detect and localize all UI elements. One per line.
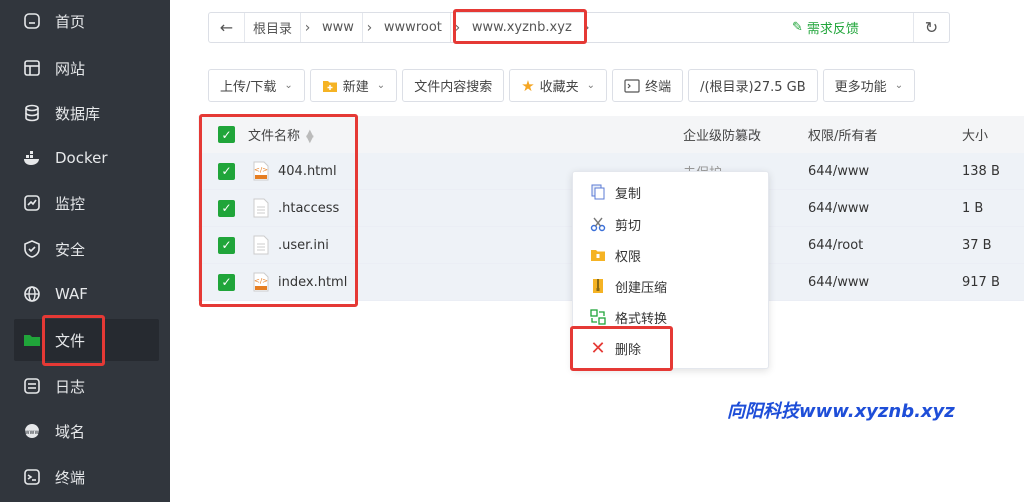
breadcrumb-item[interactable]: wwwroot	[376, 13, 450, 42]
file-permission[interactable]: 644/www	[808, 201, 869, 216]
sidebar-item-terminal[interactable]: 终端	[0, 456, 170, 498]
database-icon	[22, 103, 42, 123]
favorites-button[interactable]: ★ 收藏夹 ⌄	[509, 69, 608, 102]
file-size: 1 B	[962, 200, 984, 216]
sidebar-item-waf[interactable]: WAF	[0, 273, 170, 315]
highlight-box-files-nav	[42, 315, 105, 366]
sidebar-item-label: 安全	[55, 240, 86, 259]
sidebar-item-label: 数据库	[55, 104, 101, 123]
more-functions-button[interactable]: 更多功能 ⌄	[822, 69, 916, 102]
watermark-text: 向阳科技www.xyznb.xyz	[727, 401, 955, 422]
convert-icon	[589, 308, 607, 326]
chevron-right-icon[interactable]: ›	[300, 13, 314, 42]
menu-item-cut[interactable]: 剪切	[573, 209, 768, 239]
feedback-link[interactable]: ✎ 需求反馈	[792, 18, 859, 37]
back-arrow-icon[interactable]: ←	[209, 13, 245, 42]
zip-icon	[589, 277, 607, 295]
sidebar-item-label: Docker	[55, 149, 108, 167]
file-size: 138 B	[962, 163, 1000, 179]
sidebar-item-domain[interactable]: www 域名	[0, 410, 170, 452]
highlight-box-current-dir	[453, 9, 587, 44]
chevron-right-icon[interactable]: ›	[361, 13, 376, 42]
scissors-icon	[589, 215, 607, 233]
website-icon	[22, 58, 42, 78]
sidebar-item-monitor[interactable]: 监控	[0, 182, 170, 224]
menu-item-copy[interactable]: 复制	[573, 177, 768, 207]
domain-icon: www	[22, 421, 42, 441]
toolbar: 上传/下载 ⌄ 新建 ⌄ 文件内容搜索 ★ 收藏夹 ⌄ 终端 /(根目录)27.5 GB…	[208, 69, 920, 102]
sidebar-item-label: 域名	[55, 422, 86, 441]
sidebar-item-label: 网站	[55, 59, 86, 78]
highlight-box-delete	[570, 326, 673, 371]
column-size-header[interactable]: 大小	[962, 125, 988, 144]
column-permission-header: 权限/所有者	[808, 129, 878, 144]
refresh-icon[interactable]: ↻	[913, 13, 949, 42]
waf-icon	[22, 284, 42, 304]
sidebar-item-label: 日志	[55, 377, 86, 396]
sidebar: 首页 网站 数据库 Docker 监控 安全 WAF 文件 日志 www 域名 …	[0, 0, 170, 502]
sidebar-item-home[interactable]: 首页	[0, 0, 170, 42]
terminal-icon	[624, 78, 640, 93]
monitor-icon	[22, 193, 42, 213]
disk-usage-button[interactable]: /(根目录)27.5 GB	[688, 69, 818, 102]
breadcrumb-item[interactable]: www	[314, 13, 362, 42]
menu-item-permission[interactable]: 权限	[573, 240, 768, 270]
log-icon	[22, 376, 42, 396]
chevron-down-icon: ⌄	[894, 80, 904, 91]
file-permission[interactable]: 644/www	[808, 275, 869, 290]
column-protection-header: 企业级防篡改	[683, 129, 762, 144]
sidebar-item-label: WAF	[55, 285, 88, 303]
svg-text:www: www	[25, 429, 40, 436]
file-size: 37 B	[962, 237, 992, 253]
sidebar-item-label: 首页	[55, 12, 86, 31]
terminal-icon	[22, 467, 42, 487]
sidebar-item-security[interactable]: 安全	[0, 228, 170, 270]
docker-icon	[22, 148, 42, 168]
terminal-button[interactable]: 终端	[612, 69, 684, 102]
new-button[interactable]: 新建 ⌄	[309, 69, 398, 102]
sidebar-item-docker[interactable]: Docker	[0, 137, 170, 179]
chevron-down-icon: ⌄	[586, 80, 596, 91]
file-permission[interactable]: 644/www	[808, 164, 869, 179]
upload-download-button[interactable]: 上传/下载 ⌄	[208, 69, 305, 102]
copy-icon	[589, 183, 607, 201]
home-icon	[22, 11, 42, 31]
sidebar-item-label: 监控	[55, 194, 86, 213]
content-search-button[interactable]: 文件内容搜索	[402, 69, 505, 102]
sidebar-item-website[interactable]: 网站	[0, 47, 170, 89]
star-icon: ★	[521, 76, 535, 95]
chevron-down-icon: ⌄	[376, 80, 386, 91]
sidebar-item-logs[interactable]: 日志	[0, 365, 170, 407]
folder-icon	[22, 330, 42, 350]
highlight-box-selected-files	[199, 114, 358, 307]
permission-folder-icon	[589, 246, 607, 264]
breadcrumb-item[interactable]: 根目录	[245, 13, 300, 42]
file-size: 917 B	[962, 274, 1000, 290]
file-permission[interactable]: 644/root	[808, 238, 863, 253]
feedback-icon: ✎	[792, 20, 803, 35]
shield-icon	[22, 239, 42, 259]
chevron-down-icon: ⌄	[284, 80, 293, 91]
new-folder-icon	[322, 79, 338, 93]
sidebar-item-database[interactable]: 数据库	[0, 92, 170, 134]
sidebar-item-label: 终端	[55, 468, 86, 487]
menu-item-compress[interactable]: 创建压缩	[573, 271, 768, 301]
